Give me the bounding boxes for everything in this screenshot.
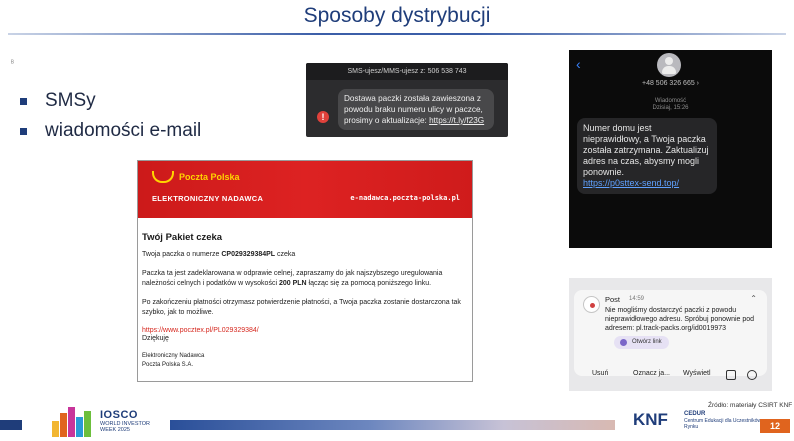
contact-avatar [657,53,681,77]
phishing-email: Poczta Polska ELEKTRONICZNY NADAWCA e-na… [137,160,473,382]
message-time: Dzisiaj, 15:26 [652,105,689,111]
title-underline [8,33,786,35]
copy-icon[interactable] [726,370,736,380]
bullet-square-icon [20,97,27,105]
delete-button[interactable]: Usuń [592,370,608,377]
message-label: Wiadomość [654,98,687,104]
sms-link[interactable]: https://t.ly/f23G [429,116,484,125]
email-paragraph-3: Po zakończeniu płatności otrzymasz potwi… [142,298,461,317]
source-note: Źródło: materiały CSIRT KNF [708,402,793,409]
knf-logo: KNF [633,410,668,429]
email-heading: Twój Pakiet czeka [142,232,223,243]
post-horn-icon [152,171,174,183]
service-label: ELEKTRONICZNY NADAWCA [152,194,264,203]
bullet-item-sms: SMSy [20,86,201,116]
warning-icon: ! [317,111,329,123]
cedur-logo: CEDUR Centrum Edukacji dla Uczestników R… [684,411,761,430]
notification-text: Nie mogliśmy dostarczyć paczki z powodu … [605,307,755,332]
cursor-mark: ᴮ [11,60,14,67]
settings-icon[interactable] [747,370,757,380]
chevron-up-icon[interactable]: ⌃ [750,294,757,303]
sms-screenshot-1: SMS-ujesz/MMS-ujesz z: 506 538 743 ! Dos… [306,63,508,137]
push-notification-screenshot: Post 14:59 ⌃ Nie mogliśmy dostarczyć pac… [569,278,772,391]
poczta-polska-logo: Poczta Polska [152,171,240,183]
sms-bubble: Numer domu jest nieprawidłowy, a Twoja p… [577,118,717,194]
bullet-item-email: wiadomości e-mail [20,116,201,146]
page-number: 12 [760,419,790,433]
open-link-button[interactable]: Otwórz link [614,336,669,349]
payment-link[interactable]: https://www.pocztex.pl/PL029329384/ [142,327,468,334]
email-thanks: Dziękuję [142,334,169,342]
post-app-icon [583,296,600,313]
bullet-list: SMSy wiadomości e-mail [20,86,201,146]
iosco-logo: IOSCO WORLD INVESTOR WEEK 2025 [52,397,152,441]
notification-app-name: Post [605,295,621,304]
email-paragraph-1: Twoja paczka o numerze CP029329384PL cze… [142,251,296,258]
sms-bubble: Dostawa paczki została zawieszona z powo… [338,89,494,130]
iosco-bars-icon [52,407,91,437]
footer-bar-gradient [170,420,615,430]
email-body: Twój Pakiet czeka Twoja paczka o numerze… [138,218,472,370]
bullet-square-icon [20,127,27,135]
email-paragraph-2: Paczka ta jest zadeklarowana w odprawie … [142,269,443,288]
email-header: Poczta Polska ELEKTRONICZNY NADAWCA e-na… [138,161,472,218]
back-chevron-icon[interactable]: ‹ [576,56,581,72]
slide-title: Sposoby dystrybucji [303,4,491,27]
mark-button[interactable]: Oznacz ja... [633,370,670,377]
sms-link[interactable]: https://p0sttex-send.top/ [583,178,711,189]
header-url: e-nadawca.poczta-polska.pl [350,194,460,202]
sms-header: SMS-ujesz/MMS-ujesz z: 506 538 743 [306,63,508,80]
sender-number[interactable]: +48 506 326 665 › [569,80,772,87]
notification-time: 14:59 [629,296,645,302]
notification-actions: Usuń Oznacz ja... Wyświetl [569,370,772,384]
footer-bar-left [0,420,22,430]
show-button[interactable]: Wyświetl [683,370,711,377]
email-signature: Elektroniczny Nadawca Poczta Polska S.A. [142,352,205,368]
sms-screenshot-2: ‹ +48 506 326 665 › Wiadomość Dzisiaj, 1… [569,50,772,248]
notification-card[interactable]: Post 14:59 ⌃ Nie mogliśmy dostarczyć pac… [574,290,767,376]
